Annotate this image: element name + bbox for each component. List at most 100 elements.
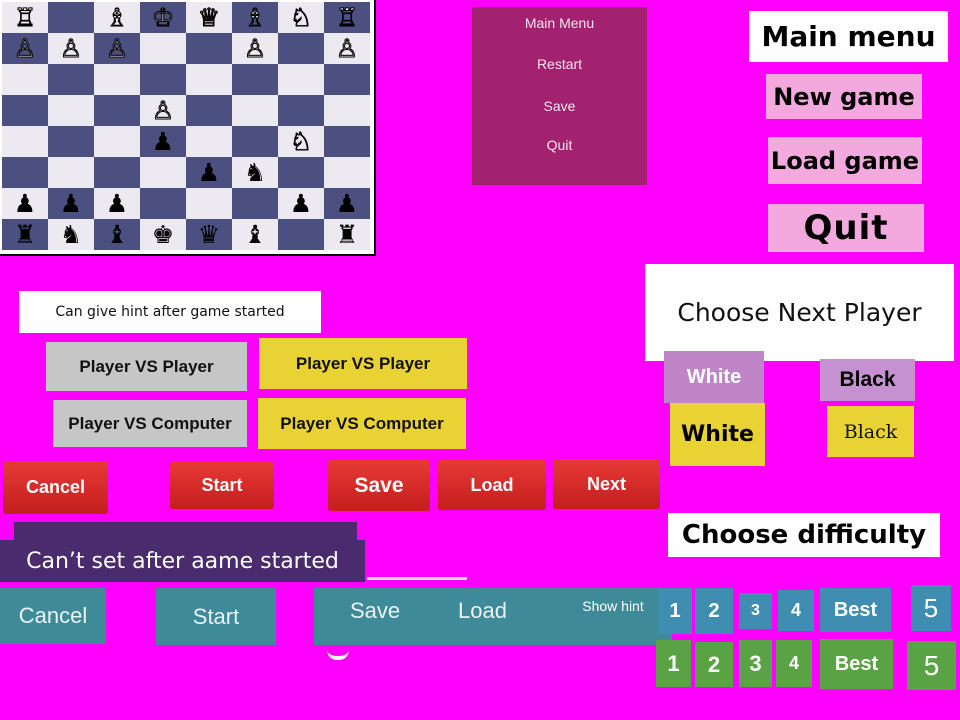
- black-player-button-active[interactable]: Black: [827, 406, 914, 457]
- white-knight-icon[interactable]: ♘: [289, 129, 312, 155]
- board-square[interactable]: ♛: [186, 219, 232, 250]
- white-player-button-active[interactable]: White: [670, 403, 765, 466]
- white-king-icon[interactable]: ♔: [151, 5, 174, 31]
- board-square[interactable]: ♞: [232, 157, 278, 188]
- board-square[interactable]: [140, 33, 186, 64]
- difficulty-2-button-green[interactable]: 2: [695, 642, 733, 687]
- board-square[interactable]: [324, 126, 370, 157]
- cancel-button-teal[interactable]: Cancel: [0, 588, 106, 644]
- black-pawn-icon[interactable]: ♟: [290, 191, 312, 216]
- board-square[interactable]: ♜: [324, 219, 370, 250]
- difficulty-3-button-green[interactable]: 3: [739, 640, 772, 687]
- new-game-button[interactable]: New game: [766, 74, 922, 119]
- player-vs-computer-button-inactive[interactable]: Player VS Computer: [53, 400, 247, 447]
- board-square[interactable]: [2, 95, 48, 126]
- difficulty-best-button-teal[interactable]: Best: [820, 588, 891, 632]
- black-knight-icon[interactable]: ♞: [60, 222, 82, 247]
- board-square[interactable]: ♟: [278, 188, 324, 219]
- board-square[interactable]: ♘: [278, 2, 324, 33]
- board-square[interactable]: [278, 33, 324, 64]
- white-pawn-icon[interactable]: ♙: [59, 36, 82, 62]
- load-button-red[interactable]: Load: [438, 460, 546, 510]
- difficulty-5-button-teal[interactable]: 5: [911, 585, 951, 631]
- board-square[interactable]: ♝: [94, 219, 140, 250]
- chess-board[interactable]: ♖ ♗ ♔ ♕ ♗ ♘ ♖ ♙ ♙ ♙ ♙ ♙ ♙ ♟ ♘ ♟ ♞ ♟ ♟ ♟ ♟ ♟ ♜ ♞ ♝ ♚ ♛ ♝ ♜: [0, 0, 376, 256]
- board-square[interactable]: [232, 188, 278, 219]
- board-square[interactable]: ♖: [2, 2, 48, 33]
- board-square[interactable]: [186, 188, 232, 219]
- board-square[interactable]: ♝: [232, 219, 278, 250]
- board-square[interactable]: ♙: [2, 33, 48, 64]
- board-square[interactable]: [186, 95, 232, 126]
- white-knight-icon[interactable]: ♘: [289, 5, 312, 31]
- board-square[interactable]: [324, 95, 370, 126]
- black-knight-icon[interactable]: ♞: [244, 160, 266, 185]
- board-square[interactable]: [140, 188, 186, 219]
- difficulty-5-button-green[interactable]: 5: [907, 641, 956, 690]
- cancel-button-red[interactable]: Cancel: [3, 461, 108, 514]
- black-rook-icon[interactable]: ♜: [336, 222, 358, 247]
- black-pawn-icon[interactable]: ♟: [336, 191, 358, 216]
- show-hint-button[interactable]: Show hint: [573, 598, 653, 614]
- difficulty-1-button-green[interactable]: 1: [656, 640, 691, 687]
- start-button-red[interactable]: Start: [170, 462, 274, 509]
- white-rook-icon[interactable]: ♖: [13, 5, 36, 31]
- white-pawn-icon[interactable]: ♙: [105, 36, 128, 62]
- load-button-teal[interactable]: Load: [458, 598, 507, 624]
- board-square[interactable]: [324, 64, 370, 95]
- menu-item-save[interactable]: Save: [472, 98, 647, 114]
- difficulty-best-button-green[interactable]: Best: [820, 639, 893, 689]
- board-square[interactable]: ♗: [232, 2, 278, 33]
- board-square[interactable]: ♞: [48, 219, 94, 250]
- board-square[interactable]: ♟: [2, 188, 48, 219]
- black-pawn-icon[interactable]: ♟: [14, 191, 36, 216]
- menu-item-restart[interactable]: Restart: [472, 56, 647, 72]
- board-square[interactable]: [232, 64, 278, 95]
- menu-item-quit[interactable]: Quit: [472, 137, 647, 153]
- board-square[interactable]: [232, 126, 278, 157]
- board-square[interactable]: ♙: [324, 33, 370, 64]
- difficulty-3-button-teal[interactable]: 3: [739, 593, 772, 629]
- black-bishop-icon[interactable]: ♝: [244, 222, 266, 247]
- difficulty-1-button-teal[interactable]: 1: [658, 588, 692, 634]
- load-game-button[interactable]: Load game: [768, 137, 922, 184]
- black-pawn-icon[interactable]: ♟: [60, 191, 82, 216]
- black-pawn-icon[interactable]: ♟: [106, 191, 128, 216]
- next-button-red[interactable]: Next: [553, 459, 660, 509]
- difficulty-2-button-teal[interactable]: 2: [695, 588, 733, 634]
- white-player-button-inactive[interactable]: White: [664, 351, 764, 403]
- player-vs-player-button-inactive[interactable]: Player VS Player: [46, 342, 247, 391]
- board-square[interactable]: [278, 219, 324, 250]
- board-square[interactable]: ♙: [232, 33, 278, 64]
- board-square[interactable]: [2, 157, 48, 188]
- board-square[interactable]: [48, 64, 94, 95]
- board-square[interactable]: ♟: [186, 157, 232, 188]
- player-vs-computer-button-active[interactable]: Player VS Computer: [258, 398, 466, 449]
- board-square[interactable]: ♟: [94, 188, 140, 219]
- board-square[interactable]: ♙: [140, 95, 186, 126]
- quit-button[interactable]: Quit: [768, 204, 924, 252]
- board-square[interactable]: ♖: [324, 2, 370, 33]
- board-square[interactable]: [94, 126, 140, 157]
- board-square[interactable]: [140, 64, 186, 95]
- black-player-button-inactive[interactable]: Black: [820, 359, 915, 401]
- player-vs-player-button-active[interactable]: Player VS Player: [259, 338, 467, 389]
- board-square[interactable]: [2, 126, 48, 157]
- board-square[interactable]: [232, 95, 278, 126]
- board-square[interactable]: ♟: [324, 188, 370, 219]
- board-square[interactable]: [324, 157, 370, 188]
- white-pawn-icon[interactable]: ♙: [335, 36, 358, 62]
- difficulty-4-button-green[interactable]: 4: [776, 640, 812, 687]
- white-rook-icon[interactable]: ♖: [335, 5, 358, 31]
- board-square[interactable]: ♗: [94, 2, 140, 33]
- difficulty-4-button-teal[interactable]: 4: [778, 590, 814, 631]
- board-square[interactable]: [94, 95, 140, 126]
- board-square[interactable]: [278, 95, 324, 126]
- white-queen-icon[interactable]: ♕: [197, 5, 220, 31]
- board-square[interactable]: [94, 64, 140, 95]
- board-square[interactable]: [2, 64, 48, 95]
- start-button-teal[interactable]: Start: [156, 588, 276, 645]
- board-square[interactable]: [48, 2, 94, 33]
- board-square[interactable]: ♕: [186, 2, 232, 33]
- white-pawn-icon[interactable]: ♙: [13, 36, 36, 62]
